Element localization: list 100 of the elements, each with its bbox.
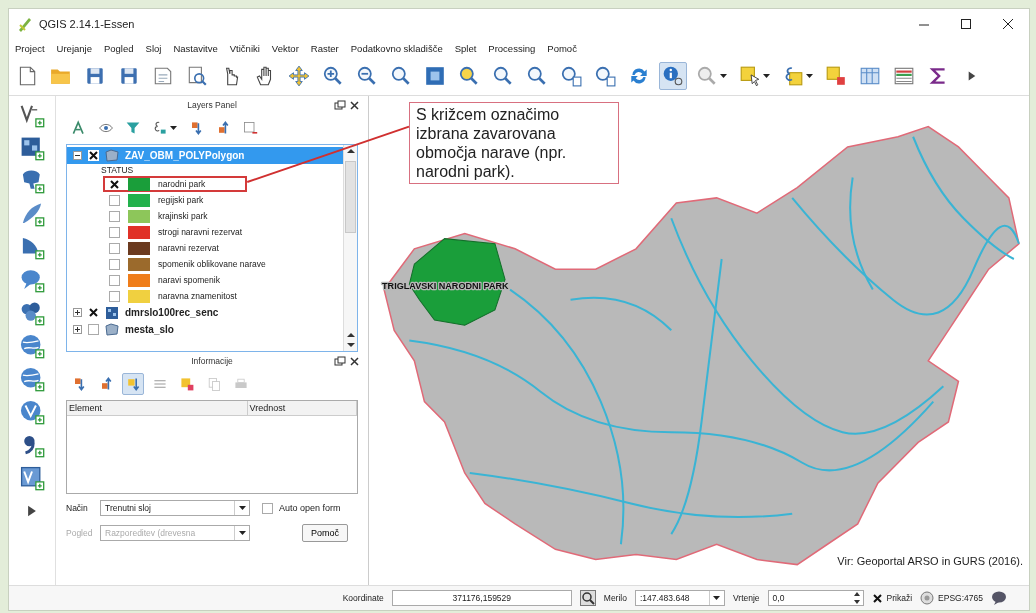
legend-item[interactable]: strogi naravni rezervat — [158, 227, 243, 237]
scroll-up-icon[interactable] — [345, 331, 356, 339]
legend-item[interactable]: krajinski park — [158, 211, 208, 221]
legend-item[interactable]: regijski park — [158, 195, 204, 205]
scrollbar[interactable] — [343, 145, 357, 351]
menu-item[interactable]: Urejanje — [56, 42, 92, 54]
legend-item[interactable]: naravni rezervat — [158, 243, 219, 253]
legend-item[interactable]: naravna znamenitost — [158, 291, 237, 301]
scale-field[interactable]: :147.483.648 — [634, 590, 725, 606]
layer-tree[interactable]: ZAV_OBM_POLYPolygon STATUS narodni park regijski park krajinski park strogi naravni rezervat naravni rezervat spomenik oblikovane narave naravi spomenik naravna znamenitost dmrslo100rec_senc mesta_slo — [66, 144, 358, 352]
column-header[interactable]: Vrednost — [247, 401, 357, 415]
magnifier-page-icon[interactable] — [594, 65, 616, 87]
speech-bubble-icon[interactable] — [19, 267, 45, 293]
float-panel-icon[interactable] — [334, 356, 346, 367]
magnifier-icon[interactable] — [492, 65, 514, 87]
document-icon[interactable] — [152, 65, 174, 87]
legend-item[interactable]: narodni park — [158, 179, 206, 189]
globe-icon[interactable] — [19, 366, 45, 392]
scroll-up-icon[interactable] — [345, 147, 356, 155]
checkbox[interactable] — [109, 258, 120, 270]
checkbox[interactable] — [109, 226, 120, 238]
checkbox[interactable] — [109, 194, 120, 206]
close-icon[interactable] — [349, 356, 360, 367]
menu-item[interactable]: Vektor — [271, 42, 299, 54]
magnifier-icon[interactable] — [526, 65, 548, 87]
checkbox[interactable] — [871, 592, 883, 604]
deselect-icon[interactable] — [825, 65, 847, 87]
maximize-icon[interactable] — [959, 17, 973, 31]
checkbox[interactable] — [109, 178, 120, 190]
zoom-out-icon[interactable] — [356, 65, 378, 87]
checkbox[interactable] — [88, 150, 99, 161]
dropdown-caret-icon[interactable] — [763, 74, 770, 78]
menu-item[interactable]: Nastavitve — [173, 42, 218, 54]
globe-icon[interactable] — [19, 399, 45, 425]
checkbox[interactable] — [109, 210, 120, 222]
checkbox[interactable] — [88, 307, 99, 318]
coordinate-field[interactable]: 371176,159529 — [391, 590, 572, 606]
menu-item[interactable]: Processing — [488, 42, 536, 54]
document-magnifier-icon[interactable] — [186, 65, 208, 87]
results-table[interactable]: Element Vrednost — [66, 400, 358, 494]
rotation-field[interactable]: 0,0 — [767, 590, 864, 606]
magnifier-icon[interactable] — [390, 65, 412, 87]
messages-icon[interactable] — [991, 590, 1007, 606]
collapse-toggle-icon[interactable] — [73, 151, 82, 160]
menu-item[interactable]: Sloj — [145, 42, 162, 54]
dropdown-caret-icon[interactable] — [713, 596, 721, 600]
checkbox[interactable] — [109, 290, 120, 302]
magnifier-icon[interactable] — [458, 65, 480, 87]
scroll-thumb[interactable] — [345, 161, 356, 233]
virtual-layer-icon[interactable] — [19, 465, 45, 491]
close-icon[interactable] — [349, 100, 360, 111]
checkbox[interactable] — [109, 274, 120, 286]
scroll-down-icon[interactable] — [345, 341, 356, 349]
dropdown-field[interactable]: Trenutni sloj — [100, 500, 250, 516]
selection-icon[interactable] — [739, 65, 761, 87]
cross-check-icon — [110, 179, 119, 189]
database-layer-icon[interactable] — [19, 300, 45, 326]
spin-arrows-icon[interactable] — [852, 591, 861, 605]
menu-item[interactable]: Pogled — [103, 42, 134, 54]
expression-filter-icon[interactable] — [152, 120, 168, 136]
layer-name[interactable]: mesta_slo — [125, 324, 174, 335]
expand-toggle-icon[interactable] — [73, 325, 82, 334]
checkbox[interactable] — [88, 324, 99, 335]
dropdown-caret-icon[interactable] — [806, 74, 813, 78]
extents-toggle-icon[interactable] — [579, 590, 596, 606]
menu-item[interactable]: Splet — [454, 42, 477, 54]
dropdown-caret-icon[interactable] — [238, 506, 246, 510]
zoom-in-icon[interactable] — [322, 65, 344, 87]
table-icon[interactable] — [893, 65, 915, 87]
close-icon[interactable] — [1001, 17, 1015, 31]
table-icon[interactable] — [859, 65, 881, 87]
move-arrows-icon[interactable] — [288, 65, 310, 87]
checkbox[interactable] — [109, 242, 120, 254]
help-button[interactable]: Pomoč — [302, 524, 348, 542]
layer-name[interactable]: dmrslo100rec_senc — [125, 307, 219, 318]
menu-item[interactable]: Podatkovno skladišče — [350, 42, 443, 54]
raster-layer-icon[interactable] — [19, 135, 45, 161]
dropdown-caret-icon[interactable] — [720, 74, 727, 78]
menu-item[interactable]: Project — [15, 42, 45, 54]
expand-new-icon[interactable] — [125, 376, 141, 392]
frame-zoom-icon[interactable] — [424, 65, 446, 87]
highlight-icon[interactable] — [179, 376, 195, 392]
magnifier-page-icon[interactable] — [560, 65, 582, 87]
remove-layer-icon[interactable] — [242, 120, 258, 136]
window-title: QGIS 2.14.1-Essen — [39, 18, 135, 30]
column-header[interactable]: Element — [67, 401, 248, 415]
menu-item[interactable]: Vtičniki — [229, 42, 260, 54]
legend-item[interactable]: spomenik oblikovane narave — [158, 259, 266, 269]
crs-label[interactable]: EPSG:4765 — [938, 593, 983, 603]
filter-icon[interactable] — [125, 120, 141, 136]
menu-item[interactable]: Raster — [310, 42, 339, 54]
identify-icon[interactable] — [662, 65, 684, 87]
expand-toggle-icon[interactable] — [73, 308, 82, 317]
checkbox[interactable] — [262, 502, 273, 514]
dropdown-caret-icon[interactable] — [170, 126, 177, 130]
menu-item[interactable]: Pomoč — [547, 42, 577, 54]
legend-item[interactable]: naravi spomenik — [158, 275, 220, 285]
float-panel-icon[interactable] — [334, 100, 346, 111]
globe-icon[interactable] — [19, 333, 45, 359]
crs-globe-icon[interactable] — [920, 591, 935, 605]
